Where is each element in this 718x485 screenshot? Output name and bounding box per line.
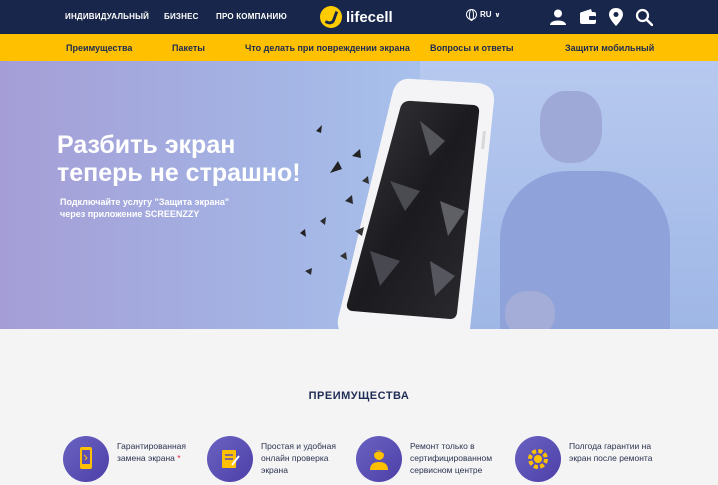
advantage-item: Полгода гарантии на экран после ремонта [515, 436, 669, 482]
advantage-text: Простая и удобная онлайн проверка экрана [261, 440, 361, 476]
hero-subtitle: Подключайте услугу "Защита экрана" через… [60, 196, 300, 220]
nav-about-company[interactable]: ПРО КОМПАНИЮ [216, 12, 287, 21]
advantage-item: Ремонт только в сертифицированном сервис… [356, 436, 510, 482]
language-label: RU [480, 10, 492, 19]
advantage-text-line2: сертифицированном [410, 453, 493, 463]
section-nav: Преимущества Пакеты Что делать при повре… [0, 34, 718, 61]
lifecell-logo[interactable]: lifecell [320, 4, 393, 30]
advantage-text-line3: сервисном центре [410, 465, 483, 475]
advantage-text-line1: Полгода гарантии на [569, 441, 652, 451]
advantage-item: Простая и удобная онлайн проверка экрана [207, 436, 361, 482]
advantage-text-line2: замена экрана [117, 453, 175, 463]
top-header: ИНДИВИДУАЛЬНЫЙ БИЗНЕС ПРО КОМПАНИЮ lifec… [0, 0, 718, 34]
advantage-item: Гарантированная замена экрана * [63, 436, 217, 482]
subnav-protect-mobile[interactable]: Защити мобильный [565, 43, 654, 53]
lifecell-logo-icon [320, 6, 342, 28]
technician-icon [356, 436, 402, 482]
globe-icon [466, 9, 477, 21]
hero-banner: Разбить экран теперь не страшно! Подключ… [0, 61, 718, 329]
advantage-text-line2: онлайн проверка [261, 453, 329, 463]
document-check-icon [207, 436, 253, 482]
subnav-advantages[interactable]: Преимущества [66, 43, 132, 53]
advantage-text: Полгода гарантии на экран после ремонта [569, 440, 669, 464]
gear-warranty-icon [515, 436, 561, 482]
language-selector[interactable]: RU ∨ [466, 9, 501, 21]
footnote-star: * [177, 453, 181, 463]
broken-phone-illustration [300, 78, 495, 329]
user-icon[interactable] [548, 7, 568, 27]
advantage-text-line3: экрана [261, 465, 288, 475]
wallet-icon[interactable] [578, 7, 598, 27]
nav-business[interactable]: БИЗНЕС [164, 12, 199, 21]
hero-title-line1: Разбить экран [57, 131, 236, 159]
hero-title: Разбить экран теперь не страшно! [57, 131, 357, 187]
advantages-title: ПРЕИМУЩЕСТВА [308, 390, 410, 402]
advantage-text-line1: Гарантированная [117, 441, 186, 451]
advantage-text-line2: экран после ремонта [569, 453, 653, 463]
hero-title-line2: теперь не страшно! [57, 159, 301, 187]
phone-guarantee-icon [63, 436, 109, 482]
advantage-text-line1: Простая и удобная [261, 441, 336, 451]
advantage-text: Ремонт только в сертифицированном сервис… [410, 440, 510, 476]
subnav-screen-damage[interactable]: Что делать при повреждении экрана [245, 43, 410, 53]
subnav-faq[interactable]: Вопросы и ответы [430, 43, 514, 53]
advantage-text: Гарантированная замена экрана * [117, 440, 217, 464]
hero-subtitle-line2: через приложение SCREENZZY [60, 209, 200, 219]
chevron-down-icon: ∨ [494, 11, 501, 19]
advantage-text-line1: Ремонт только в [410, 441, 475, 451]
location-pin-icon[interactable] [606, 7, 626, 27]
nav-individual[interactable]: ИНДИВИДУАЛЬНЫЙ [65, 12, 149, 21]
hero-subtitle-line1: Подключайте услугу "Защита экрана" [60, 197, 230, 207]
subnav-packages[interactable]: Пакеты [172, 43, 205, 53]
logo-text: lifecell [346, 8, 393, 26]
search-icon[interactable] [634, 7, 654, 27]
